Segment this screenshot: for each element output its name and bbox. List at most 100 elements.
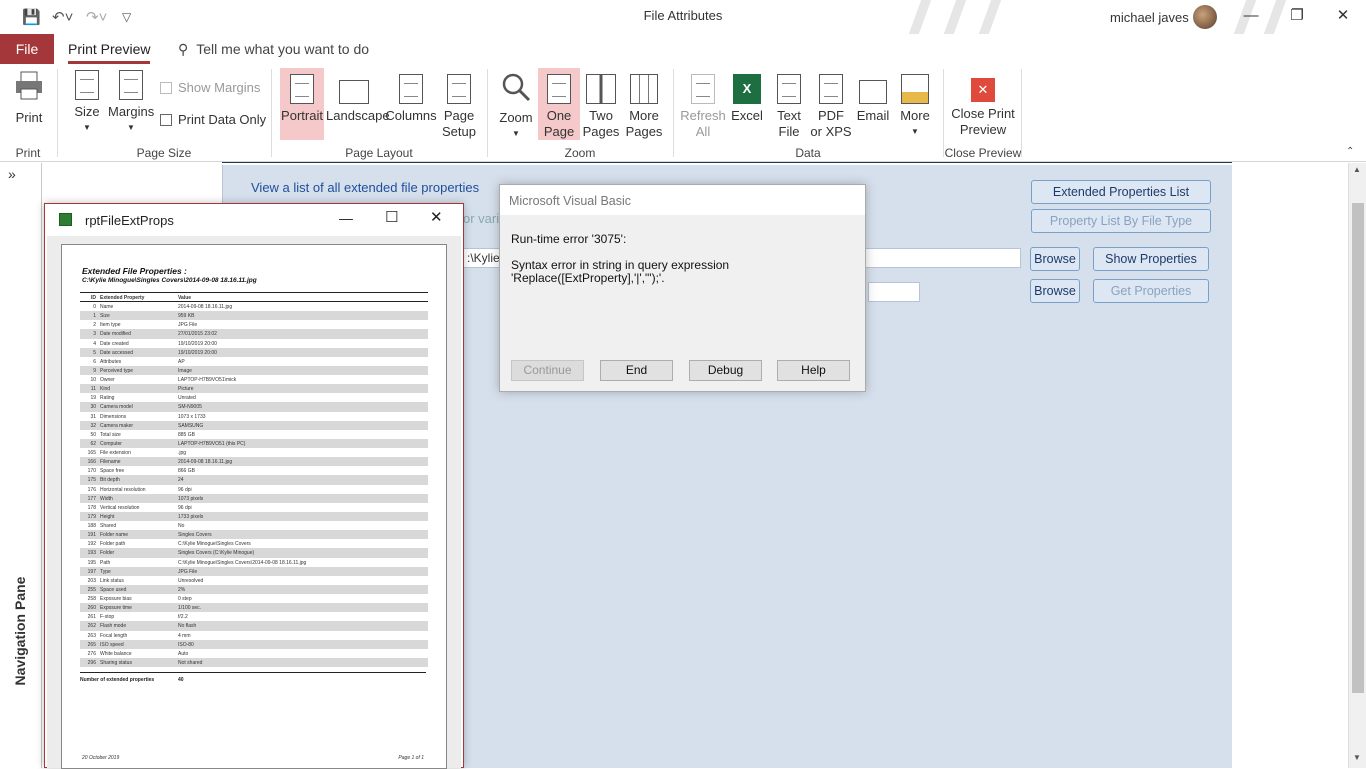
expand-nav-icon[interactable]: » xyxy=(8,166,16,182)
report-window[interactable]: rptFileExtProps — ☐ ✕ Extended File Prop… xyxy=(44,203,464,769)
error-code: Run-time error '3075': xyxy=(511,232,627,246)
cell-id: 258 xyxy=(87,596,96,602)
two-pages-icon xyxy=(586,74,616,104)
cell-property: Vertical resolution xyxy=(100,504,140,511)
cell-property: Size xyxy=(100,313,110,320)
scroll-down-icon[interactable]: ▼ xyxy=(1353,753,1361,762)
cell-value: LAPTOP-H7B9VO51\mick xyxy=(178,377,237,383)
print-data-only-checkbox[interactable]: Print Data Only xyxy=(160,112,266,128)
excel-button[interactable]: X Excel xyxy=(728,74,766,124)
dropdown-icon: ▼ xyxy=(911,127,919,136)
show-properties-button[interactable]: Show Properties xyxy=(1093,247,1209,271)
page-setup-button[interactable]: Page Setup xyxy=(440,74,478,140)
email-button[interactable]: Email xyxy=(854,74,892,124)
tab-print-preview[interactable]: Print Preview xyxy=(68,41,151,64)
table-row: 166 Filename 2014-09-08 18.16.11.jpg xyxy=(80,457,428,467)
continue-button[interactable]: Continue xyxy=(511,360,584,381)
cell-value: ISO-80 xyxy=(178,641,194,648)
user-name[interactable]: michael javes xyxy=(1110,10,1189,25)
table-row: 191 Folder name Singles Covers xyxy=(80,530,428,540)
columns-button[interactable]: Columns xyxy=(385,74,437,124)
cell-id: 265 xyxy=(87,641,96,648)
size-button[interactable]: Size ▼ xyxy=(70,70,104,136)
landscape-button[interactable]: Landscape xyxy=(326,74,390,124)
show-margins-checkbox[interactable]: Show Margins xyxy=(160,80,260,96)
cell-value: SM-N9005 xyxy=(178,404,202,411)
restore-button[interactable]: ❐ xyxy=(1282,5,1312,29)
excel-icon: X xyxy=(733,74,761,104)
dropdown-icon: ▼ xyxy=(512,129,520,138)
one-page-button[interactable]: One Page xyxy=(538,68,580,140)
browse-folder-button[interactable]: Browse xyxy=(1030,247,1080,271)
text-file-label-1: Text xyxy=(777,108,801,123)
report-minimize-button[interactable]: — xyxy=(339,210,353,226)
report-page[interactable]: Extended File Properties : C:\Kylie Mino… xyxy=(61,244,447,769)
navigation-pane-label[interactable]: Navigation Pane xyxy=(12,561,28,701)
cell-property: File extension xyxy=(100,450,131,456)
two-pages-label-2: Pages xyxy=(582,124,620,139)
browse-file-button[interactable]: Browse xyxy=(1030,279,1080,303)
two-pages-button[interactable]: Two Pages xyxy=(582,74,620,140)
file-path-field[interactable] xyxy=(868,282,920,302)
portrait-button[interactable]: Portrait xyxy=(280,68,324,140)
report-close-button[interactable]: ✕ xyxy=(430,208,443,226)
print-button[interactable]: Print xyxy=(8,70,50,126)
vertical-scrollbar[interactable]: ▲ ▼ xyxy=(1348,163,1366,768)
cell-property: Bit depth xyxy=(100,477,120,484)
cell-value: C:\Kylie Minogue\Singles Covers xyxy=(178,541,251,548)
cell-id: 31 xyxy=(90,413,96,420)
cell-id: 2 xyxy=(93,322,96,329)
report-date: 20 October 2019 xyxy=(82,755,120,761)
minimize-button[interactable]: — xyxy=(1236,5,1266,29)
excel-label: Excel xyxy=(731,108,763,123)
pdf-xps-button[interactable]: PDF or XPS xyxy=(810,74,852,140)
help-button[interactable]: Help xyxy=(777,360,850,381)
margins-button[interactable]: Margins ▼ xyxy=(108,70,154,136)
scrollbar-thumb[interactable] xyxy=(1352,203,1364,693)
scroll-up-icon[interactable]: ▲ xyxy=(1353,165,1361,174)
get-properties-button[interactable]: Get Properties xyxy=(1093,279,1209,303)
close-print-preview-button[interactable]: ✕ Close Print Preview xyxy=(950,74,1016,138)
cell-value: f/2.2 xyxy=(178,614,188,621)
cell-property: Perceived type xyxy=(100,367,134,374)
ribbon-tabs: File Print Preview ⚲ Tell me what you wan… xyxy=(0,34,1366,64)
report-maximize-button[interactable]: ☐ xyxy=(385,208,398,226)
cell-property: Camera model xyxy=(100,404,133,411)
text-file-button[interactable]: Text File xyxy=(770,74,808,140)
cell-id: 6 xyxy=(93,358,96,365)
table-row: 178 Vertical resolution 96 dpi xyxy=(80,503,428,512)
view-all-properties-link[interactable]: View a list of all extended file propert… xyxy=(251,180,479,195)
refresh-all-button[interactable]: Refresh All xyxy=(680,74,726,140)
debug-button[interactable]: Debug xyxy=(689,360,762,381)
close-window-button[interactable]: ✕ xyxy=(1328,5,1358,29)
table-row: 3 Date modified 27/01/2015 23:02 xyxy=(80,329,428,339)
end-button[interactable]: End xyxy=(600,360,673,381)
cell-id: 19 xyxy=(90,395,96,402)
cell-value: 866 GB xyxy=(178,468,195,475)
collapse-ribbon-icon[interactable]: ⌃ xyxy=(1346,146,1354,157)
cell-id: 166 xyxy=(87,459,96,466)
property-list-by-file-type-button[interactable]: Property List By File Type xyxy=(1031,209,1211,233)
cell-id: 193 xyxy=(87,550,96,557)
zoom-button[interactable]: Zoom ▼ xyxy=(496,72,536,142)
more-data-button[interactable]: More ▼ xyxy=(896,74,934,140)
vb-error-dialog[interactable]: Microsoft Visual Basic Run-time error '3… xyxy=(499,184,866,392)
tell-me-search[interactable]: ⚲ Tell me what you want to do xyxy=(178,41,369,58)
ribbon: Print Print Size ▼ Margins ▼ Show Margin… xyxy=(0,64,1366,162)
page-size-icon xyxy=(75,70,99,100)
extended-properties-list-button[interactable]: Extended Properties List xyxy=(1031,180,1211,204)
group-separator xyxy=(943,69,944,157)
cell-id: 179 xyxy=(87,513,96,520)
cell-id: 165 xyxy=(87,450,96,456)
email-label: Email xyxy=(856,108,890,123)
tab-file[interactable]: File xyxy=(0,34,54,64)
search-icon: ⚲ xyxy=(178,41,189,57)
avatar[interactable] xyxy=(1193,5,1217,29)
table-row: 177 Width 1073 pixels xyxy=(80,493,428,503)
table-row: 261 F-stop f/2.2 xyxy=(80,612,428,621)
cell-id: 261 xyxy=(87,614,96,621)
more-pages-button[interactable]: More Pages xyxy=(622,74,666,140)
table-row: 19 Rating Unrated xyxy=(80,393,428,402)
more-pages-icon xyxy=(630,74,658,104)
cell-property: Computer xyxy=(100,440,122,447)
